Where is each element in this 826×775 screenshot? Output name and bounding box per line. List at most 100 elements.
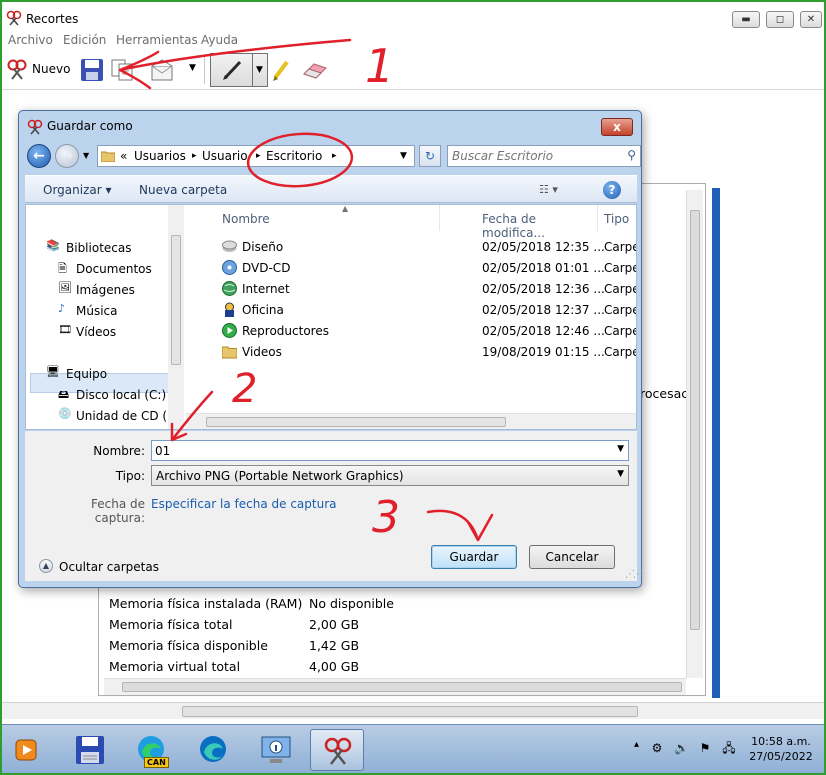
nav-local-disk[interactable]: Disco local (C:) — [76, 388, 166, 402]
search-icon[interactable]: ⚲ — [627, 148, 636, 162]
taskbar-snipping-tool[interactable] — [310, 729, 364, 771]
history-dropdown-icon[interactable]: ▼ — [83, 151, 89, 160]
taskbar-system-info[interactable] — [250, 729, 304, 771]
clock-date: 27/05/2022 — [749, 750, 813, 763]
nav-documents[interactable]: Documentos — [76, 262, 152, 276]
file-date: 02/05/2018 12:46 ... — [482, 324, 605, 338]
tray-expand-icon[interactable]: ▴ — [634, 739, 639, 750]
file-row[interactable]: Videos 19/08/2019 01:15 ... Carpeta d — [186, 342, 636, 362]
main-toolbar: Nuevo ▼ ▼ — [2, 50, 824, 90]
tray-clock[interactable]: 10:58 a.m. 27/05/2022 — [742, 734, 820, 764]
action-center-flag-icon[interactable]: ⚑ — [698, 741, 712, 755]
file-date: 02/05/2018 12:36 ... — [482, 282, 605, 296]
nav-videos[interactable]: Vídeos — [76, 325, 116, 339]
file-row[interactable]: DVD-CD 02/05/2018 01:01 ... Carpeta d — [186, 258, 636, 278]
hide-folders-button[interactable]: Ocultar carpetas — [59, 560, 159, 574]
maximize-button[interactable]: ◻ — [766, 11, 794, 28]
computer-icon: 🖥 — [46, 365, 60, 378]
file-row[interactable]: Diseño 02/05/2018 12:35 ... Carpeta d — [186, 237, 636, 257]
organize-button[interactable]: Organizar ▾ — [43, 183, 112, 197]
forward-button[interactable]: → — [55, 144, 79, 168]
scroll-thumb[interactable] — [690, 210, 700, 630]
file-list-horizontal-scrollbar[interactable] — [186, 413, 636, 429]
new-button[interactable]: Nuevo — [32, 62, 70, 76]
file-date: 02/05/2018 12:37 ... — [482, 303, 605, 317]
nav-images[interactable]: Imágenes — [76, 283, 135, 297]
cancel-button[interactable]: Cancelar — [529, 545, 615, 569]
column-header-name[interactable]: Nombre — [186, 205, 440, 231]
view-options-icon[interactable]: ☷ ▾ — [539, 183, 558, 196]
file-type-select[interactable]: Archivo PNG (Portable Network Graphics) … — [151, 465, 629, 486]
file-row[interactable]: Oficina 02/05/2018 12:37 ... Carpeta d — [186, 300, 636, 320]
pen-dropdown-button[interactable]: ▼ — [252, 53, 268, 87]
file-type-value: Archivo PNG (Portable Network Graphics) — [156, 469, 404, 483]
nav-scrollbar[interactable] — [168, 205, 184, 429]
breadcrumb-usuario[interactable]: Usuario — [202, 149, 248, 163]
pen-button[interactable] — [210, 53, 256, 87]
nav-cd-drive[interactable]: Unidad de CD (D: — [76, 409, 180, 423]
copy-icon[interactable] — [110, 58, 136, 82]
info-horizontal-scrollbar[interactable] — [104, 678, 686, 695]
scroll-thumb[interactable] — [171, 235, 181, 365]
search-input[interactable] — [450, 147, 618, 165]
videos-icon: 🎞 — [58, 323, 72, 336]
music-icon: ♪ — [58, 302, 66, 315]
network-icon[interactable]: 🖧 — [722, 741, 736, 755]
scroll-thumb[interactable] — [206, 417, 506, 427]
taskbar-edge-canary[interactable]: CAN — [126, 729, 180, 771]
file-name-field[interactable]: ▼ — [151, 440, 629, 461]
file-row[interactable]: Reproductores 02/05/2018 12:46 ... Carpe… — [186, 321, 636, 341]
breadcrumb-separator[interactable]: ▸ — [256, 151, 261, 161]
scroll-thumb[interactable] — [122, 682, 682, 692]
menu-herramientas[interactable]: Herramientas — [116, 33, 198, 47]
chevron-up-icon[interactable]: ▲ — [39, 559, 53, 573]
scroll-thumb[interactable] — [182, 706, 638, 717]
file-row[interactable]: Internet 02/05/2018 12:36 ... Carpeta d — [186, 279, 636, 299]
send-email-icon[interactable] — [150, 58, 176, 82]
info-value: No disponible — [309, 596, 394, 611]
minimize-button[interactable]: ▬ — [732, 11, 760, 28]
nav-libraries[interactable]: Bibliotecas — [66, 241, 131, 255]
taskbar-media-player[interactable] — [4, 729, 58, 771]
taskbar-edge[interactable] — [188, 729, 242, 771]
help-button[interactable]: ? — [603, 181, 621, 199]
column-header-type[interactable]: Tipo — [598, 205, 636, 231]
breadcrumb-separator[interactable]: ▸ — [192, 151, 197, 161]
main-horizontal-scrollbar[interactable] — [2, 702, 824, 719]
menu-archivo[interactable]: Archivo — [8, 33, 53, 47]
column-header-date[interactable]: Fecha de modifica... — [476, 205, 598, 240]
volume-icon[interactable]: 🔈 — [674, 741, 689, 755]
back-button[interactable]: ← — [27, 144, 51, 168]
save-icon[interactable] — [80, 58, 104, 82]
file-date: 02/05/2018 01:01 ... — [482, 261, 605, 275]
command-bar: Organizar ▾ Nueva carpeta ☷ ▾ ? — [25, 175, 637, 203]
dialog-close-button[interactable]: x — [601, 118, 633, 136]
save-button[interactable]: Guardar — [431, 545, 517, 569]
eraser-icon[interactable] — [300, 60, 330, 80]
specify-capture-date-link[interactable]: Especificar la fecha de captura — [151, 497, 336, 511]
nav-computer[interactable]: Equipo — [66, 367, 107, 381]
chevron-down-icon[interactable]: ▼ — [617, 444, 624, 454]
highlighter-icon[interactable] — [270, 58, 292, 82]
taskbar-save-app[interactable] — [64, 729, 118, 771]
nav-music[interactable]: Música — [76, 304, 118, 318]
send-dropdown-icon[interactable]: ▼ — [189, 63, 196, 73]
close-button[interactable]: ✕ — [800, 11, 822, 28]
search-box[interactable]: ⚲ — [447, 145, 641, 167]
window-title: Recortes — [26, 12, 79, 26]
refresh-button[interactable]: ↻ — [419, 145, 441, 167]
new-snip-icon[interactable] — [6, 58, 28, 80]
tray-safety-remove-icon[interactable]: ⚙ — [650, 741, 664, 755]
info-vertical-scrollbar[interactable] — [686, 190, 703, 678]
address-bar[interactable]: « Usuarios ▸ Usuario ▸ Escritorio ▸ ▼ — [97, 145, 415, 167]
menu-edicion[interactable]: Edición — [63, 33, 106, 47]
resize-grip-icon[interactable]: ⋰⋰ — [625, 569, 643, 580]
breadcrumb-root[interactable]: « — [120, 149, 127, 163]
breadcrumb-usuarios[interactable]: Usuarios — [134, 149, 186, 163]
address-dropdown-icon[interactable]: ▼ — [400, 151, 407, 161]
file-name-input[interactable] — [152, 441, 602, 460]
new-folder-button[interactable]: Nueva carpeta — [139, 183, 227, 197]
menu-ayuda[interactable]: Ayuda — [201, 33, 238, 47]
breadcrumb-separator[interactable]: ▸ — [332, 151, 337, 161]
breadcrumb-escritorio[interactable]: Escritorio — [266, 149, 322, 163]
